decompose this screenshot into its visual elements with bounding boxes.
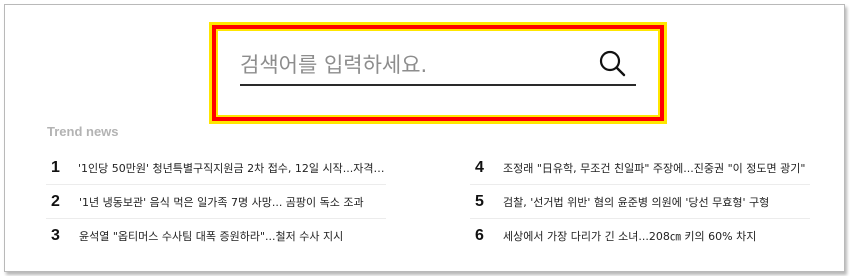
trend-headline[interactable]: 윤석열 "옵티머스 수사팀 대폭 증원하라"...철저 수사 지시 (79, 228, 343, 244)
trend-list-left: 1 '1인당 50만원' 청년특별구직지원금 2차 접수, 12일 시작...자… (46, 151, 386, 252)
trend-headline[interactable]: '1년 냉동보관' 음식 먹은 일가족 7명 사망... 곰팡이 독소 조과 (79, 194, 364, 210)
search-button[interactable] (596, 48, 628, 80)
trend-rank: 3 (51, 226, 60, 244)
trend-rank: 5 (475, 192, 484, 210)
trend-item-4[interactable]: 4 조정래 "日유학, 무조건 친일파" 주장에...진중권 "이 정도면 광기… (470, 151, 810, 185)
trend-rank: 1 (51, 158, 60, 176)
trend-headline[interactable]: '1인당 50만원' 청년특별구직지원금 2차 접수, 12일 시작...자격 … (78, 160, 386, 176)
trend-rank: 6 (475, 226, 484, 244)
trend-headline[interactable]: 검찰, '선거법 위반' 혐의 윤준병 의원에 '당선 무효형' 구형 (503, 194, 769, 210)
trend-headline[interactable]: 세상에서 가장 다리가 긴 소녀...208㎝ 키의 60% 차지 (503, 228, 756, 244)
trend-item-2[interactable]: 2 '1년 냉동보관' 음식 먹은 일가족 7명 사망... 곰팡이 독소 조과 (46, 185, 386, 219)
search-underline (240, 84, 636, 86)
trend-list-right: 4 조정래 "日유학, 무조건 친일파" 주장에...진중권 "이 정도면 광기… (470, 151, 810, 252)
search-input[interactable] (240, 47, 580, 83)
trend-rank: 2 (51, 192, 60, 210)
trend-item-3[interactable]: 3 윤석열 "옵티머스 수사팀 대폭 증원하라"...철저 수사 지시 (46, 219, 386, 252)
trend-news-title: Trend news (47, 124, 119, 139)
trend-rank: 4 (475, 158, 484, 176)
trend-headline[interactable]: 조정래 "日유학, 무조건 친일파" 주장에...진중권 "이 정도면 광기" (503, 160, 805, 176)
trend-item-1[interactable]: 1 '1인당 50만원' 청년특별구직지원금 2차 접수, 12일 시작...자… (46, 151, 386, 185)
search-icon (599, 50, 626, 77)
trend-item-6[interactable]: 6 세상에서 가장 다리가 긴 소녀...208㎝ 키의 60% 차지 (470, 219, 810, 252)
trend-item-5[interactable]: 5 검찰, '선거법 위반' 혐의 윤준병 의원에 '당선 무효형' 구형 (470, 185, 810, 219)
